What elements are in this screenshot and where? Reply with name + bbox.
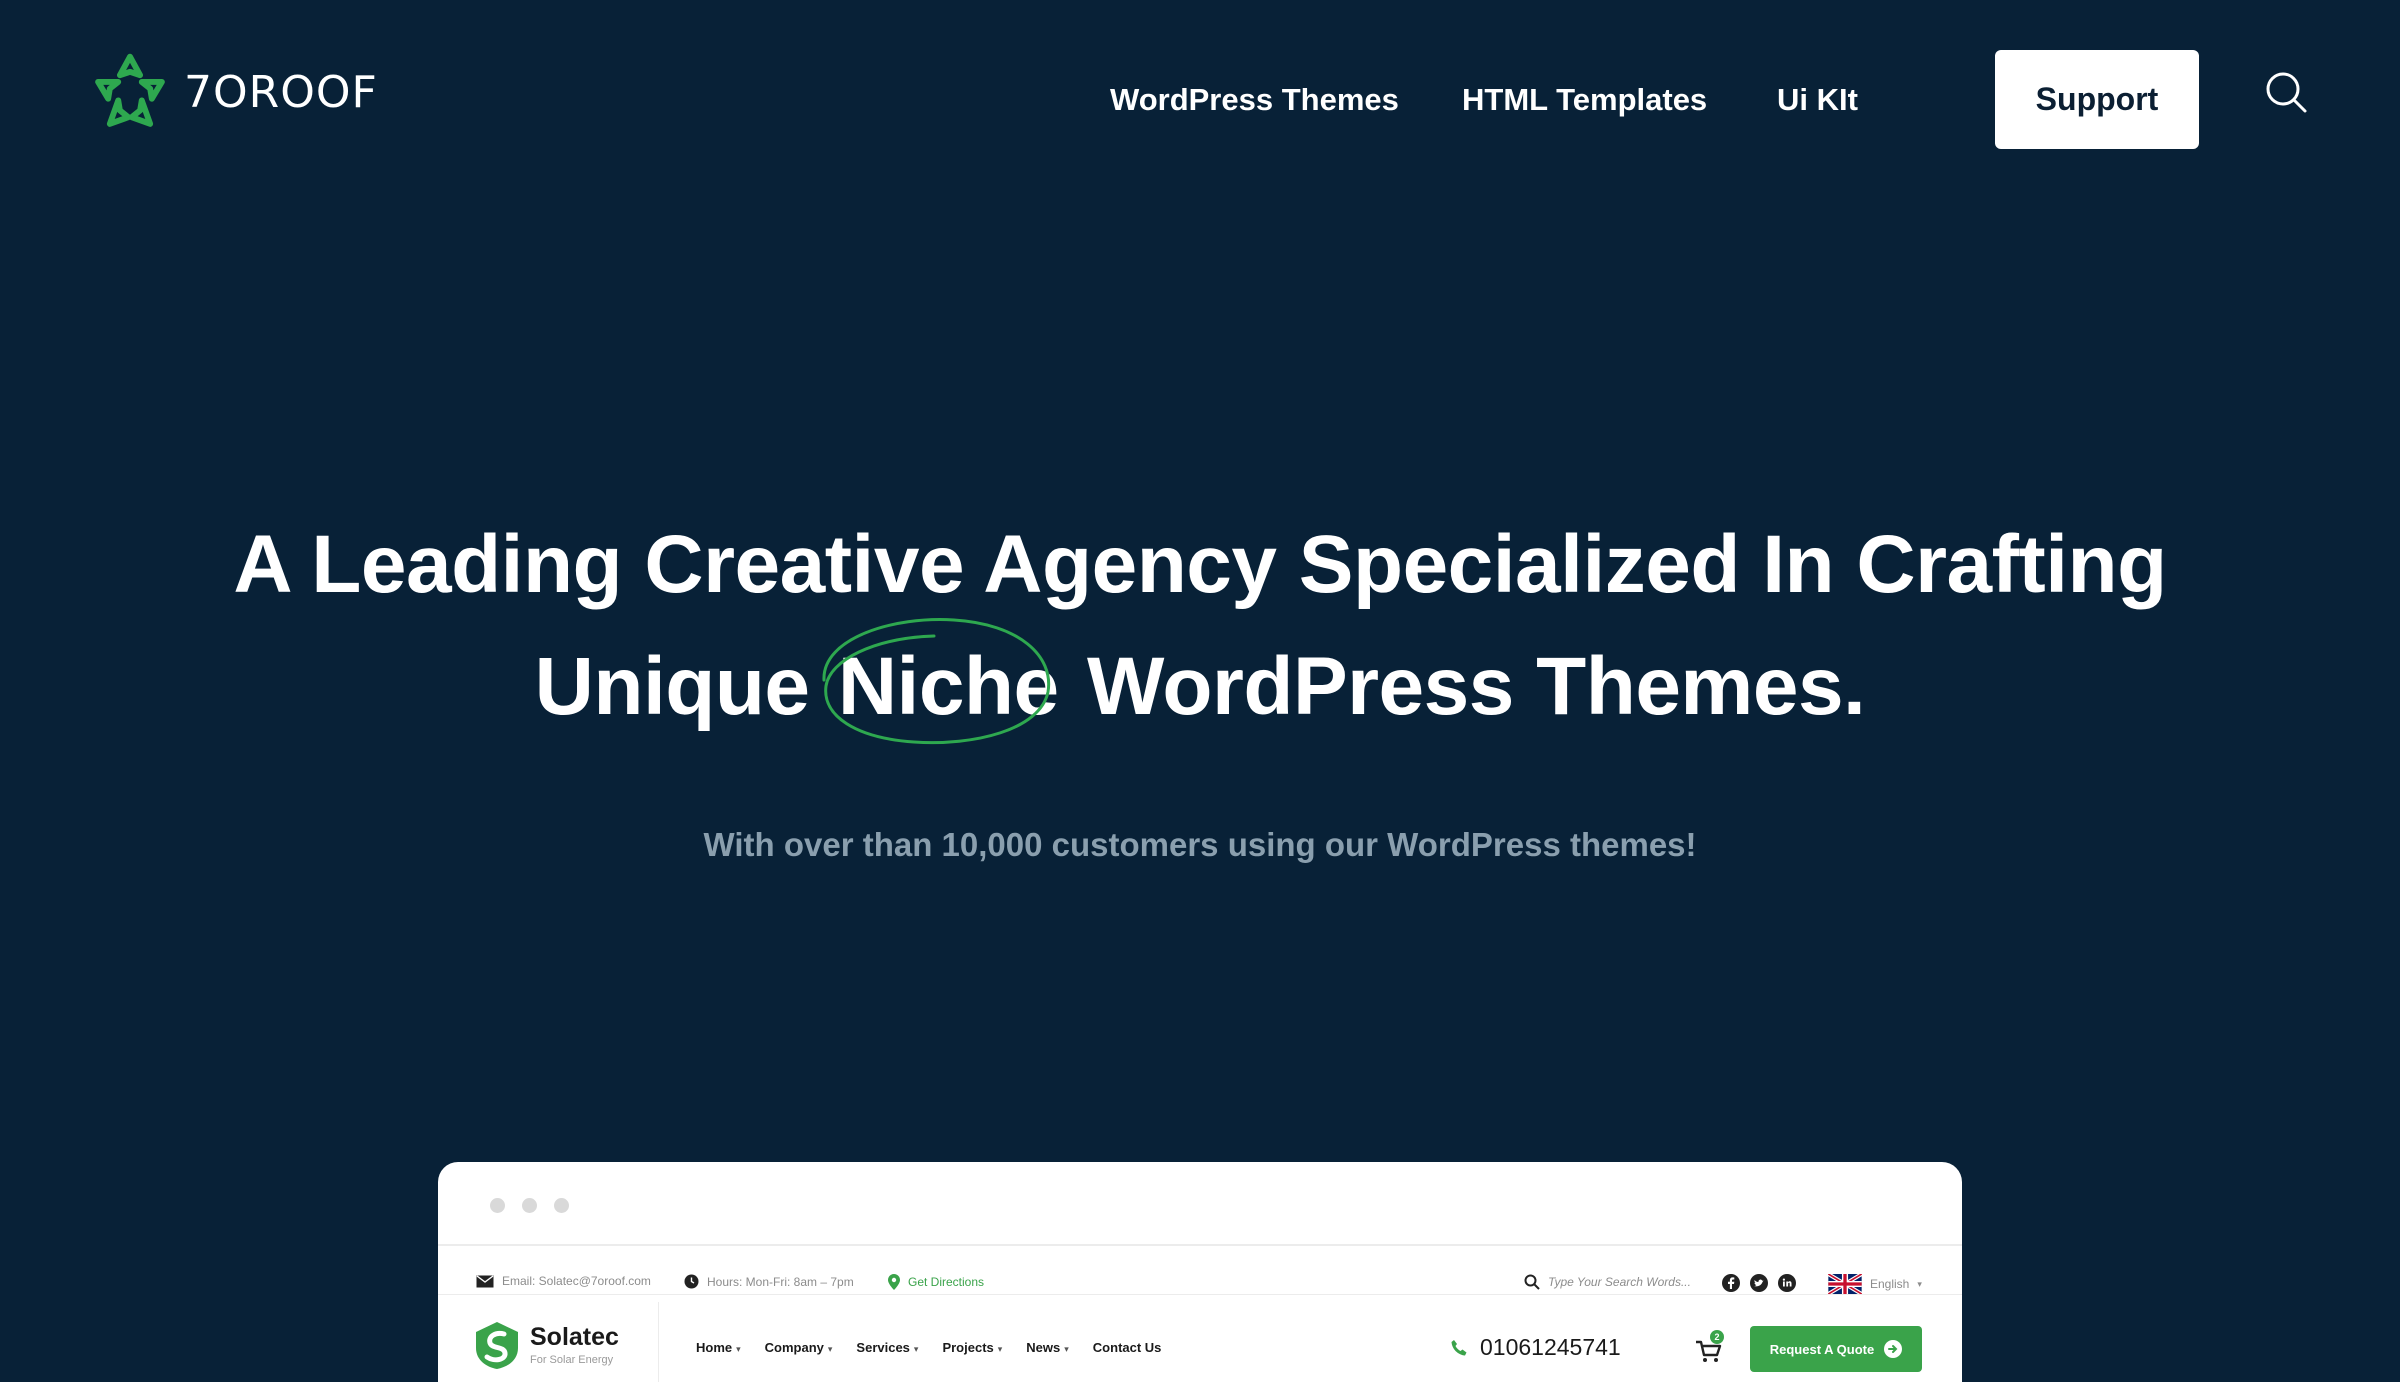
topbar-divider <box>438 1294 1962 1295</box>
topbar-directions[interactable]: Get Directions <box>888 1274 984 1290</box>
menu-item-projects[interactable]: Projects ▾ <box>942 1340 1002 1355</box>
phone-number-text: 01061245741 <box>1480 1334 1621 1360</box>
preview-divider <box>438 1244 1962 1246</box>
window-dots <box>490 1198 569 1213</box>
hero-headline-line-2: Unique Niche WordPress Themes. <box>0 618 2400 745</box>
nav-wordpress-themes[interactable]: WordPress Themes <box>1110 82 1399 118</box>
preview-site-header: Solatec For Solar Energy Home ▾ Company ▾ … <box>438 1302 1962 1382</box>
arrow-right-circle-icon <box>1884 1340 1903 1358</box>
solatec-logo-text: Solatec For Solar Energy <box>530 1322 619 1366</box>
hero-highlight: Niche <box>822 618 1065 745</box>
clock-icon <box>684 1274 699 1289</box>
solatec-logo[interactable]: Solatec For Solar Energy <box>474 1320 619 1370</box>
language-label: English <box>1870 1277 1910 1291</box>
menu-item-label: Contact Us <box>1092 1340 1162 1355</box>
request-quote-label: Request A Quote <box>1769 1341 1875 1357</box>
brand-name: 7OROOF <box>184 66 378 118</box>
topbar-email-text: Email: Solatec@7oroof.com <box>502 1274 651 1288</box>
topbar-search[interactable]: Type Your Search Words... <box>1524 1274 1691 1290</box>
hero-headline-line-1: A Leading Creative Agency Specialized In… <box>233 519 2167 610</box>
theme-preview-card[interactable]: Email: Solatec@7oroof.com Hours: Mon-Fri… <box>438 1162 1962 1382</box>
nav-html-templates[interactable]: HTML Templates <box>1462 82 1707 118</box>
window-dot <box>522 1198 537 1213</box>
hero-word-niche: Niche <box>837 641 1059 732</box>
facebook-icon[interactable] <box>1722 1274 1740 1292</box>
preview-topbar: Email: Solatec@7oroof.com Hours: Mon-Fri… <box>438 1262 1962 1302</box>
support-button[interactable]: Support <box>1995 50 2199 149</box>
menu-item-label: News <box>1026 1340 1061 1355</box>
language-selector[interactable]: English ▾ <box>1828 1274 1922 1294</box>
window-dot <box>554 1198 569 1213</box>
phone-number[interactable]: 01061245741 <box>1450 1334 1621 1361</box>
chevron-down-icon: ▾ <box>1064 1344 1069 1354</box>
chevron-down-icon: ▾ <box>827 1344 833 1354</box>
menu-item-home[interactable]: Home ▾ <box>696 1340 741 1355</box>
social-links <box>1722 1274 1796 1292</box>
menu-item-contact[interactable]: Contact Us <box>1093 1340 1162 1355</box>
topbar-directions-text: Get Directions <box>908 1275 985 1289</box>
menu-item-company[interactable]: Company ▾ <box>765 1340 833 1355</box>
twitter-icon[interactable] <box>1750 1274 1768 1292</box>
map-pin-icon <box>888 1274 900 1290</box>
menu-item-services[interactable]: Services ▾ <box>856 1340 918 1355</box>
preview-menu: Home ▾ Company ▾ Services ▾ Projects ▾ News ▾… <box>696 1340 1161 1355</box>
window-dot <box>490 1198 505 1213</box>
phone-icon <box>1451 1339 1467 1355</box>
solatec-logo-icon <box>476 1322 518 1369</box>
hero-word-unique: Unique <box>534 641 810 732</box>
menu-item-label: Company <box>764 1340 824 1355</box>
menu-item-label: Home <box>696 1340 733 1355</box>
brand-logo[interactable]: 7OROOF <box>88 50 378 134</box>
topbar-search-placeholder: Type Your Search Words... <box>1548 1275 1691 1289</box>
menu-item-label: Services <box>856 1340 910 1355</box>
chevron-down-icon: ▾ <box>913 1344 919 1354</box>
solatec-tagline: For Solar Energy <box>530 1353 614 1366</box>
hero-word-wordpress-themes: WordPress Themes. <box>1086 641 1866 732</box>
search-icon[interactable] <box>2262 68 2310 116</box>
topbar-hours-text: Hours: Mon-Fri: 8am – 7pm <box>707 1274 854 1289</box>
menu-item-news[interactable]: News ▾ <box>1026 1340 1069 1355</box>
linkedin-icon[interactable] <box>1778 1274 1796 1292</box>
nav-ui-kit[interactable]: Ui KIt <box>1777 82 1858 118</box>
brand-logo-icon <box>95 53 165 127</box>
chevron-down-icon: ▾ <box>1917 1278 1922 1289</box>
solatec-name: Solatec <box>530 1322 619 1351</box>
search-icon <box>1524 1274 1540 1290</box>
topbar-hours: Hours: Mon-Fri: 8am – 7pm <box>684 1274 854 1289</box>
chevron-down-icon: ▾ <box>736 1344 741 1354</box>
chevron-down-icon: ▾ <box>997 1344 1003 1354</box>
site-header: 7OROOF WordPress Themes HTML Templates U… <box>0 0 2400 200</box>
menu-item-label: Projects <box>942 1340 994 1355</box>
uk-flag-icon <box>1828 1274 1862 1294</box>
mail-icon <box>476 1274 494 1287</box>
hero-subtitle: With over than 10,000 customers using ou… <box>703 826 1697 863</box>
request-quote-button[interactable]: Request A Quote <box>1750 1326 1922 1372</box>
topbar-email: Email: Solatec@7oroof.com <box>476 1274 651 1288</box>
site-header-separator <box>658 1302 659 1382</box>
cart-count-badge: 2 <box>1710 1330 1724 1344</box>
